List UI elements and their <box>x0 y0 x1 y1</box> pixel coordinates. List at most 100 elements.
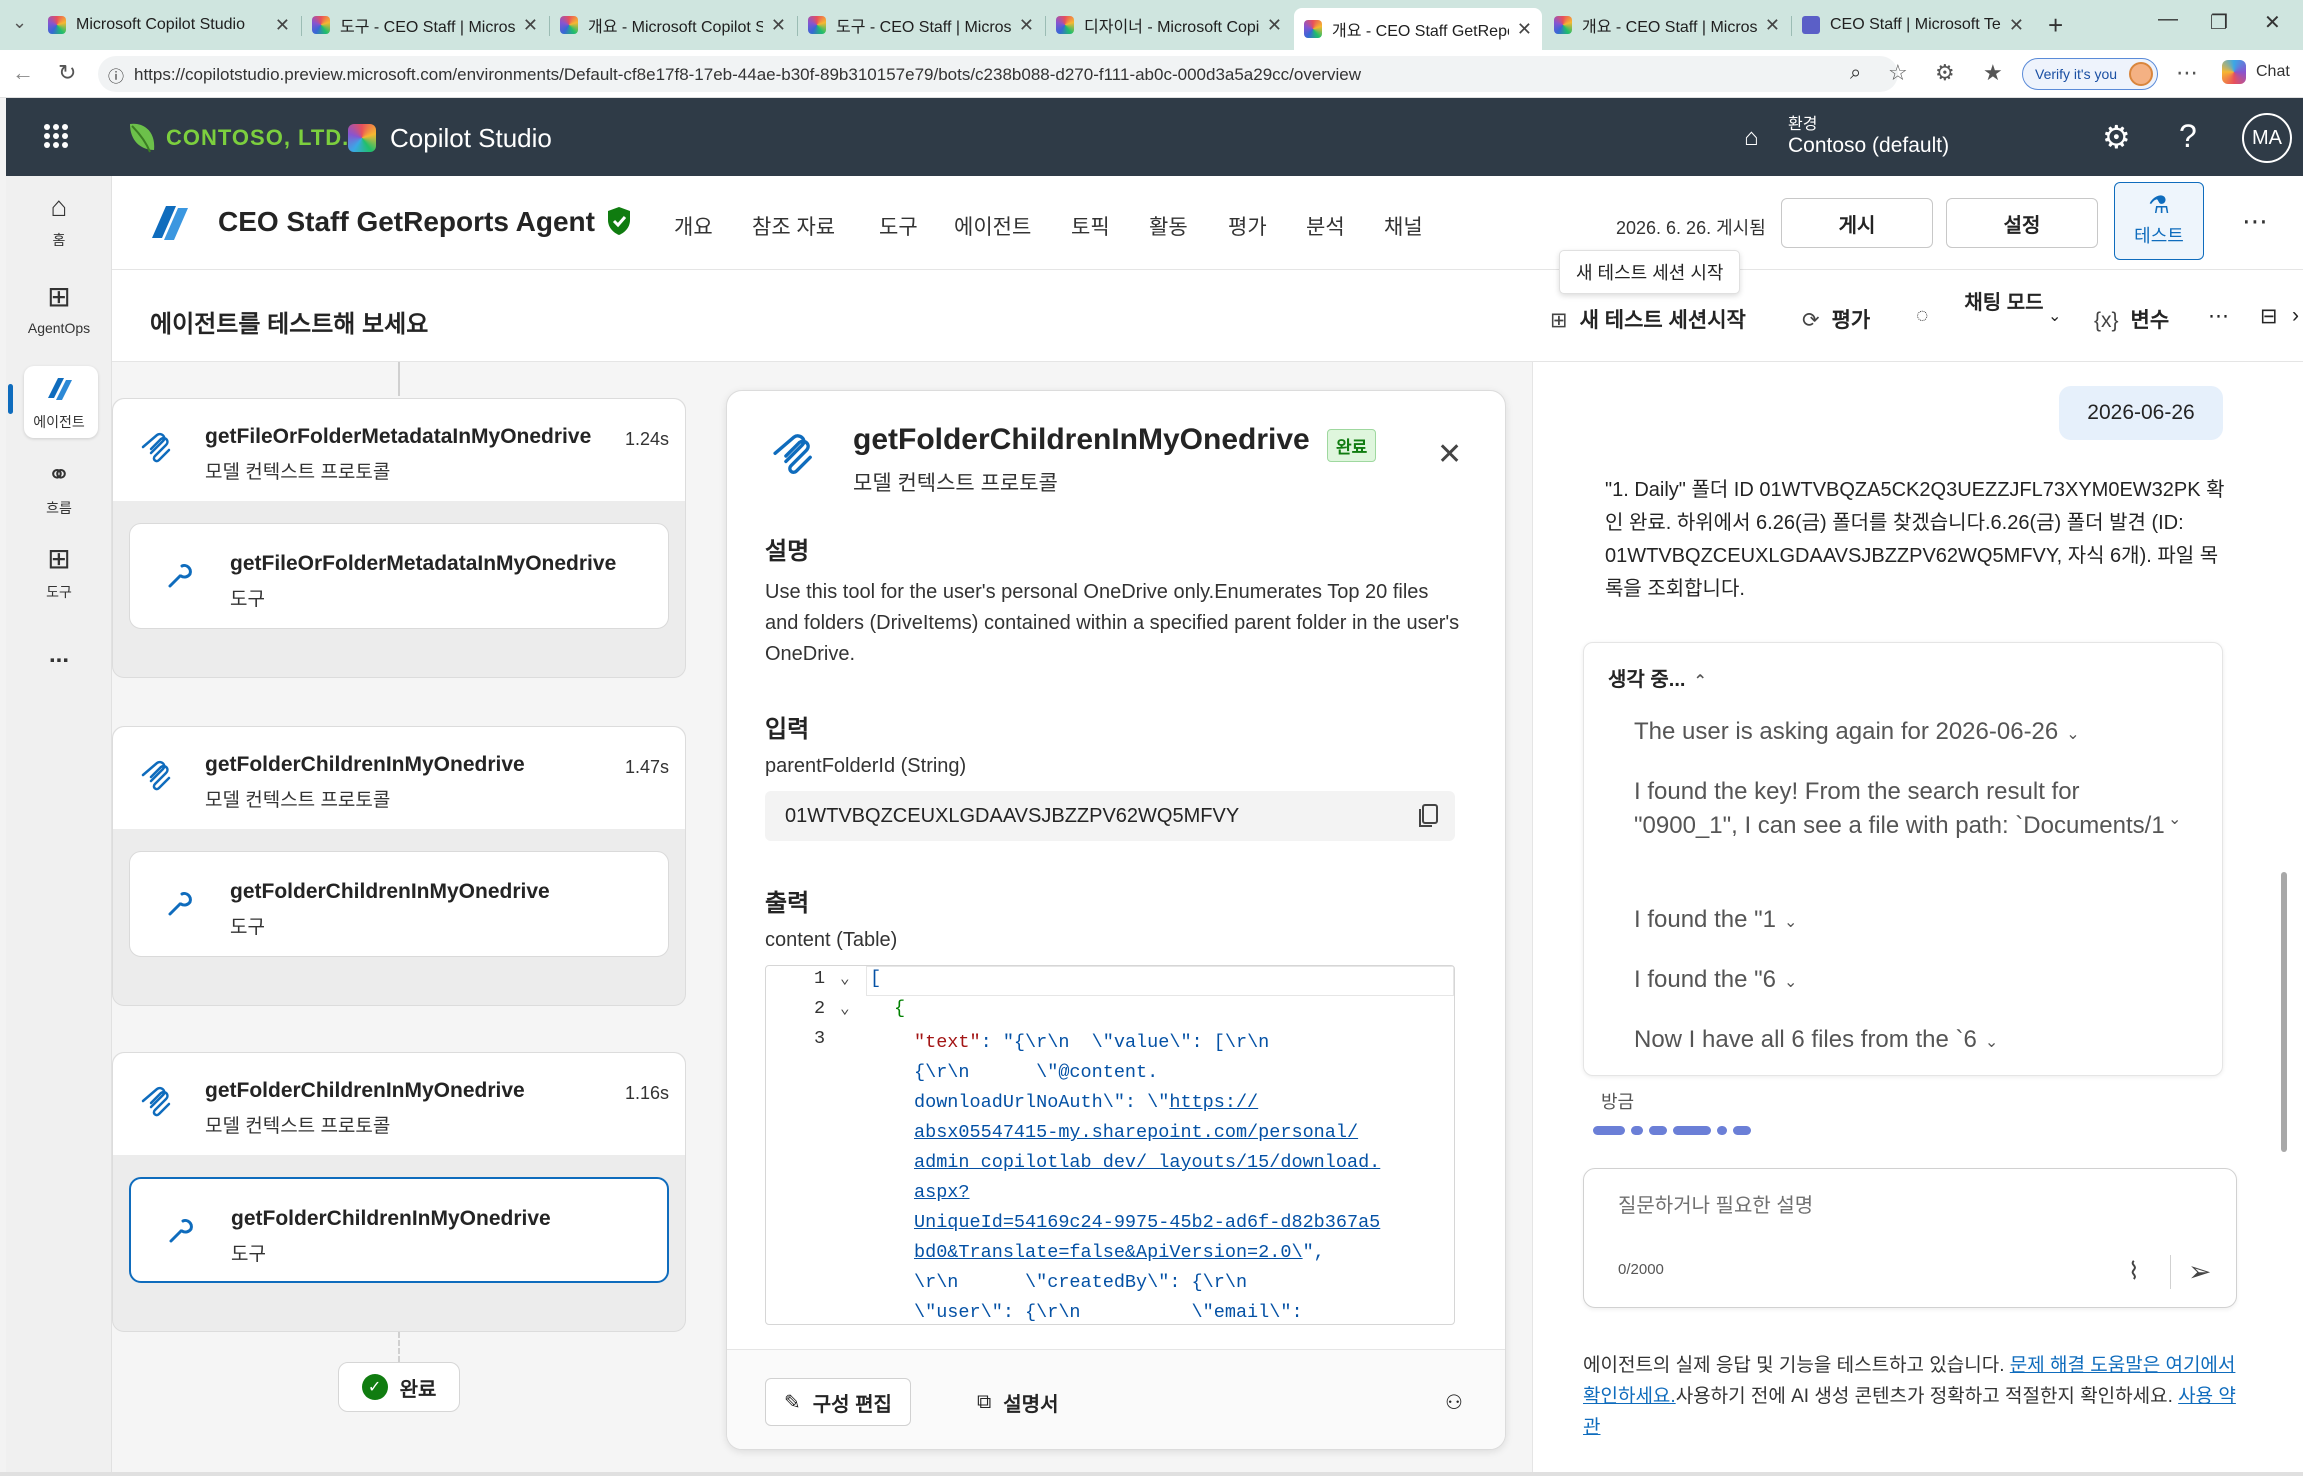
environment-icon[interactable]: ⌂ <box>1744 124 1772 152</box>
app-launcher-icon[interactable] <box>44 124 68 148</box>
rail-item-home[interactable]: ⌂ 홈 <box>6 190 112 250</box>
close-icon[interactable]: ✕ <box>771 15 786 36</box>
test-beaker-icon: ⚗ <box>2148 192 2170 219</box>
tab-knowledge[interactable]: 참조 자료 <box>752 211 835 241</box>
browser-tab[interactable]: CEO Staff | Microsoft Team✕ <box>1792 8 2034 42</box>
close-icon[interactable]: ✕ <box>1517 19 1532 40</box>
zoom-icon[interactable]: ⌕ <box>1850 62 1861 85</box>
copy-icon[interactable] <box>1417 803 1439 829</box>
description-text: Use this tool for the user's personal On… <box>765 581 1460 665</box>
tab-activity[interactable]: 활동 <box>1149 211 1188 241</box>
settings-gear-icon[interactable]: ⚙ <box>2102 118 2131 156</box>
window-close-icon[interactable]: ✕ <box>2264 10 2281 35</box>
mcp-node[interactable]: getFolderChildrenInMyOnedrive 모델 컨텍스트 프로… <box>112 1052 686 1332</box>
tab-topics[interactable]: 토픽 <box>1071 211 1110 241</box>
scroll-right-icon[interactable]: › <box>2292 304 2299 328</box>
copilot-icon[interactable] <box>2222 60 2246 84</box>
product-title[interactable]: Copilot Studio <box>390 123 552 154</box>
more-icon[interactable]: ⋯ <box>2176 60 2198 86</box>
tool-detail-panel: getFolderChildrenInMyOnedrive 완료 모델 컨텍스트… <box>726 390 1506 1450</box>
new-test-session-button[interactable]: ⊞ 새 테스트 세션시작 <box>1550 304 1746 334</box>
close-icon[interactable]: ✕ <box>1019 15 1034 36</box>
more-actions-icon[interactable]: ⋯ <box>2208 304 2229 329</box>
rail-item-more[interactable]: ... <box>6 638 112 678</box>
documentation-button[interactable]: ⧉ 설명서 <box>959 1378 1076 1426</box>
chevron-down-icon[interactable]: ⌄ <box>840 968 850 988</box>
browser-tab[interactable]: 개요 - Microsoft Copilot St ✕ <box>550 8 796 42</box>
chat-label[interactable]: Chat <box>2256 63 2290 81</box>
user-avatar[interactable]: MA <box>2242 113 2292 163</box>
browser-tab[interactable]: 디자이너 - Microsoft Copil ✕ <box>1046 8 1292 42</box>
composer-input[interactable]: 질문하거나 필요한 설명 <box>1618 1189 1813 1218</box>
close-icon[interactable]: ✕ <box>1437 437 1462 472</box>
rail-item-agents[interactable]: 에이전트 <box>6 366 112 438</box>
collapse-panel-icon[interactable]: ⊟ <box>2260 304 2278 329</box>
tab-evaluation[interactable]: 평가 <box>1228 211 1267 241</box>
thought-item[interactable]: I found the key! From the search result … <box>1634 775 2174 843</box>
close-icon[interactable]: ✕ <box>1765 15 1780 36</box>
edit-config-button[interactable]: ✎ 구성 편집 <box>765 1378 911 1426</box>
tab-channels[interactable]: 채널 <box>1384 211 1423 241</box>
tool-card[interactable]: getFolderChildrenInMyOnedrive 도구 <box>129 851 669 957</box>
rail-item-tools[interactable]: ⊞ 도구 <box>6 542 112 602</box>
attach-icon[interactable]: ⌇ <box>2128 1257 2140 1286</box>
site-info-icon[interactable]: ⓘ <box>108 63 124 87</box>
thought-item[interactable]: I found the "1 ⌄ <box>1634 903 2194 940</box>
favorite-star-icon[interactable]: ☆ <box>1888 60 1908 86</box>
verify-profile-button[interactable]: Verify it's you <box>2022 58 2158 90</box>
tab-analytics[interactable]: 분석 <box>1306 211 1345 241</box>
browser-tab[interactable]: 개요 - CEO Staff | Microsof ✕ <box>1544 8 1790 42</box>
thought-item[interactable]: Now I have all 6 files from the `6 ⌄ <box>1634 1023 2194 1060</box>
browser-tab[interactable]: 도구 - CEO Staff | Microsof ✕ <box>302 8 548 42</box>
done-node[interactable]: ✓ 완료 <box>338 1362 460 1412</box>
thought-item[interactable]: The user is asking again for 2026-06-26 ⌄ <box>1634 715 2194 752</box>
close-icon[interactable]: ✕ <box>2009 15 2024 36</box>
tab-tools[interactable]: 도구 <box>879 211 918 241</box>
url-field[interactable]: ⓘ https://copilotstudio.preview.microsof… <box>98 56 1898 92</box>
rail-item-agentops[interactable]: ⊞ AgentOps <box>6 280 112 336</box>
close-icon[interactable]: ✕ <box>523 15 538 36</box>
browser-tab[interactable]: 도구 - CEO Staff | Microsof ✕ <box>798 8 1044 42</box>
chevron-down-icon[interactable]: ⌄ <box>840 998 850 1018</box>
tool-card-selected[interactable]: getFolderChildrenInMyOnedrive 도구 <box>129 1177 669 1283</box>
browser-tab[interactable]: Microsoft Copilot Studio ✕ <box>38 8 300 42</box>
mcp-node[interactable]: getFileOrFolderMetadataInMyOnedrive 모델 컨… <box>112 398 686 678</box>
new-tab-icon[interactable]: + <box>2048 10 2063 41</box>
chat-composer[interactable]: 질문하거나 필요한 설명 0/2000 ⌇ ➢ <box>1583 1168 2237 1308</box>
test-button[interactable]: ⚗ 테스트 <box>2114 182 2204 260</box>
tooltip: 새 테스트 세션 시작 <box>1559 250 1741 294</box>
publish-button[interactable]: 게시 <box>1781 198 1933 248</box>
thought-item[interactable]: I found the "6 ⌄ <box>1634 963 2194 1000</box>
browser-tab-active[interactable]: 개요 - CEO Staff GetReport ✕ <box>1294 8 1542 50</box>
tab-list-chevron-icon[interactable]: ⌄ <box>12 12 27 33</box>
detail-subtitle: 모델 컨텍스트 프로토콜 <box>853 472 1058 495</box>
environment-value[interactable]: Contoso (default) <box>1788 134 1949 158</box>
more-options-icon[interactable]: ⋯ <box>2242 206 2268 237</box>
mcp-node[interactable]: getFolderChildrenInMyOnedrive 모델 컨텍스트 프로… <box>112 726 686 1006</box>
tool-card-title: getFolderChildrenInMyOnedrive <box>230 880 550 903</box>
evaluate-button[interactable]: ⟳ 평가 <box>1802 304 1870 334</box>
minimize-icon[interactable]: — <box>2158 8 2178 31</box>
thinking-toggle[interactable]: 생각 중... ⌃ <box>1608 663 1707 692</box>
json-code-viewer[interactable]: 1 ⌄ 2 ⌄ 3 [ { "text": "{\r\n \"value\": … <box>765 965 1455 1325</box>
favorites-icon[interactable]: ★ <box>1983 60 2003 86</box>
refresh-icon[interactable]: ↻ <box>58 60 76 86</box>
extensions-icon[interactable]: ⚙ <box>1935 60 1955 86</box>
chevron-down-icon[interactable]: ⌄ <box>2168 809 2181 829</box>
back-icon[interactable]: ← <box>12 60 34 86</box>
tool-card[interactable]: getFileOrFolderMetadataInMyOnedrive 도구 <box>129 523 669 629</box>
rail-item-flows[interactable]: ⚭ 흐름 <box>6 458 112 518</box>
send-icon[interactable]: ➢ <box>2188 1255 2211 1288</box>
tab-agents[interactable]: 에이전트 <box>954 211 1031 241</box>
tab-overview[interactable]: 개요 <box>674 211 713 241</box>
restore-icon[interactable]: ❐ <box>2210 10 2228 35</box>
close-icon[interactable]: ✕ <box>275 15 290 36</box>
variables-button[interactable]: {x} 변수 <box>2094 304 2169 334</box>
home-icon: ⌂ <box>50 191 68 222</box>
settings-button[interactable]: 설정 <box>1946 198 2098 248</box>
close-icon[interactable]: ✕ <box>1267 15 1282 36</box>
help-icon[interactable]: ? <box>2179 118 2197 155</box>
feedback-icon[interactable]: ⚇ <box>1427 1378 1481 1426</box>
chat-scrollbar[interactable] <box>2281 872 2287 1152</box>
copilot-studio-icon <box>1056 16 1074 34</box>
